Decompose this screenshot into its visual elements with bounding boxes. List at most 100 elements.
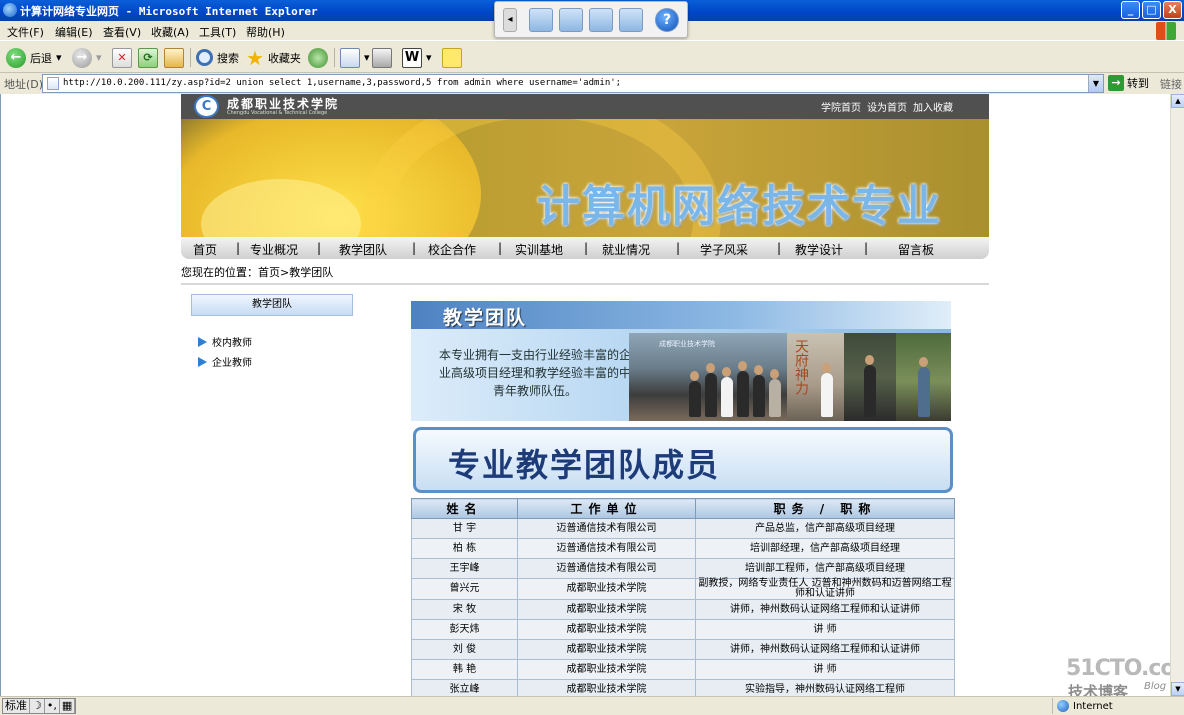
go-arrow-icon: →: [1108, 75, 1124, 91]
table-row: 宋 牧成都职业技术学院 讲师，神州数码认证网络工程师和认证讲师: [411, 599, 955, 620]
favorites-label: 收藏夹: [267, 51, 301, 65]
forward-button[interactable]: → ▾: [72, 46, 102, 69]
go-button[interactable]: → 转到: [1108, 75, 1149, 91]
back-label: 后退: [30, 51, 52, 65]
divider: [181, 283, 989, 285]
nav-guestbook[interactable]: 留言板: [898, 241, 934, 258]
sidebar-item-label: 校内教师: [212, 338, 252, 349]
nav-training-base[interactable]: 实训基地: [515, 241, 563, 258]
watermark-blog: Blog: [1144, 681, 1167, 692]
team-banner-description: 本专业拥有一支由行业经验丰富的企业高级项目经理和教学经验丰富的中青年教师队伍。: [438, 348, 631, 398]
edit-icon: W: [402, 47, 422, 68]
back-button[interactable]: ← 后退 ▾: [6, 46, 62, 69]
punctuation-icon[interactable]: •,: [45, 699, 60, 713]
stop-icon: ✕: [112, 47, 132, 68]
triangle-bullet-icon: [198, 336, 207, 347]
home-button[interactable]: [164, 46, 184, 69]
notes-button[interactable]: [442, 46, 462, 69]
zone-label: Internet: [1073, 700, 1113, 712]
menu-view[interactable]: 查看(V): [103, 24, 141, 40]
keyboard-icon[interactable]: ▦: [60, 699, 76, 713]
page-icon: [47, 77, 59, 90]
search-button[interactable]: 搜索: [196, 46, 239, 69]
link-college-home[interactable]: 学院首页: [821, 99, 861, 114]
member-name-cell: 柏 栋: [411, 538, 518, 559]
member-name-cell: 宋 牧: [411, 599, 518, 620]
sidebar-item-label: 企业教师: [212, 358, 252, 369]
back-arrow-icon: ←: [6, 47, 26, 68]
column-header-name: 姓名: [411, 498, 518, 519]
address-label: 地址(D): [4, 78, 44, 91]
members-title-box: 专业教学团队成员: [413, 427, 953, 493]
nav-cooperation[interactable]: 校企合作: [428, 241, 476, 258]
ime-toolbar[interactable]: 标准 ☽ •, ▦: [2, 698, 77, 714]
member-employer-cell: 迈普通信技术有限公司: [517, 538, 696, 559]
vertical-scrollbar[interactable]: ▲ ▼: [1170, 94, 1184, 696]
menu-edit[interactable]: 编辑(E): [55, 24, 93, 40]
minimize-button[interactable]: _: [1121, 1, 1140, 19]
link-add-favorite[interactable]: 加入收藏: [913, 99, 953, 114]
member-title-cell: 培训部经理，信产部高级项目经理: [695, 538, 955, 559]
globe-icon: [1057, 700, 1069, 712]
column-header-employer: 工作单位: [517, 498, 696, 519]
nav-teaching-design[interactable]: 教学设计: [795, 241, 843, 258]
teacher-photo: [896, 333, 951, 421]
link-set-homepage[interactable]: 设为首页: [867, 99, 907, 114]
search-label: 搜索: [217, 51, 239, 65]
dropdown-arrow-icon[interactable]: ▾: [56, 51, 62, 64]
scroll-up-arrow-icon[interactable]: ▲: [1171, 94, 1184, 108]
nav-employment[interactable]: 就业情况: [602, 241, 650, 258]
dropdown-arrow-icon[interactable]: ▾: [426, 51, 432, 64]
edit-button[interactable]: W ▾: [402, 46, 432, 69]
banner-title: 计算机网络技术专业: [537, 182, 942, 232]
ie-icon: [3, 3, 17, 17]
table-row: 刘 俊成都职业技术学院 讲师，神州数码认证网络工程师和认证讲师: [411, 639, 955, 660]
ime-mode[interactable]: 标准: [3, 699, 30, 713]
address-input[interactable]: http://10.0.200.111/zy.asp?id=2 union se…: [42, 74, 1104, 93]
moon-icon[interactable]: ☽: [30, 699, 45, 713]
mail-button[interactable]: ▾: [340, 46, 370, 69]
dropdown-arrow-icon[interactable]: ▾: [96, 51, 102, 64]
member-title-cell: 讲 师: [695, 619, 955, 640]
stop-button[interactable]: ✕: [112, 46, 132, 69]
address-dropdown-icon[interactable]: ▼: [1088, 75, 1103, 92]
menu-bar: 文件(F) 编辑(E) 查看(V) 收藏(A) 工具(T) 帮助(H): [0, 21, 1184, 41]
table-row: 甘 宇迈普通信技术有限公司 产品总监，信产部高级项目经理: [411, 518, 955, 539]
favorites-button[interactable]: ★ 收藏夹: [246, 46, 301, 69]
scroll-down-arrow-icon[interactable]: ▼: [1171, 682, 1184, 696]
address-url[interactable]: http://10.0.200.111/zy.asp?id=2 union se…: [63, 78, 621, 88]
home-icon: [164, 47, 184, 68]
nav-overview[interactable]: 专业概况: [250, 241, 298, 258]
go-label: 转到: [1127, 77, 1149, 90]
menu-file[interactable]: 文件(F): [7, 24, 44, 40]
nav-students[interactable]: 学子风采: [700, 241, 748, 258]
column-header-title: 职务 / 职称: [695, 498, 955, 519]
sidebar-heading: 教学团队: [191, 294, 353, 316]
member-employer-cell: 成都职业技术学院: [517, 639, 696, 660]
address-bar: 地址(D) http://10.0.200.111/zy.asp?id=2 un…: [0, 73, 1184, 94]
menu-favorites[interactable]: 收藏(A): [151, 24, 189, 40]
maximize-button[interactable]: □: [1142, 1, 1161, 19]
history-button[interactable]: [308, 46, 328, 69]
sidebar-item-enterprise-teachers[interactable]: 企业教师: [198, 354, 252, 369]
team-group-photo: 成都职业技术学院: [629, 333, 787, 421]
links-button[interactable]: 链接: [1160, 76, 1182, 92]
table-row: 王宇峰 迈普通信技术有限公司 培训部工程师，信产部高级项目经理: [411, 558, 955, 579]
sidebar-item-internal-teachers[interactable]: 校内教师: [198, 334, 252, 349]
header-links: 学院首页 设为首页 加入收藏: [821, 99, 953, 114]
main-nav: 首页 | 专业概况 | 教学团队 | 校企合作 | 实训基地 | 就业情况 | …: [181, 237, 989, 259]
member-title-cell: 培训部工程师，信产部高级项目经理: [695, 558, 955, 579]
menu-tools[interactable]: 工具(T): [199, 24, 236, 40]
close-button[interactable]: X: [1163, 1, 1182, 19]
dropdown-arrow-icon[interactable]: ▾: [364, 51, 370, 64]
table-row: 柏 栋迈普通信技术有限公司 培训部经理，信产部高级项目经理: [411, 538, 955, 559]
member-employer-cell: 迈普通信技术有限公司: [517, 558, 696, 579]
nav-team[interactable]: 教学团队: [339, 241, 387, 258]
page-viewport: C 成都职业技术学院 Chengdu Vocational & Technica…: [0, 94, 1170, 696]
nav-home[interactable]: 首页: [193, 241, 217, 258]
print-button[interactable]: [372, 46, 392, 69]
refresh-button[interactable]: ⟳: [138, 46, 158, 69]
menu-help[interactable]: 帮助(H): [246, 24, 285, 40]
member-name-cell: 曾兴元: [411, 578, 518, 600]
calligraphy-text: 天府神力: [793, 339, 809, 395]
